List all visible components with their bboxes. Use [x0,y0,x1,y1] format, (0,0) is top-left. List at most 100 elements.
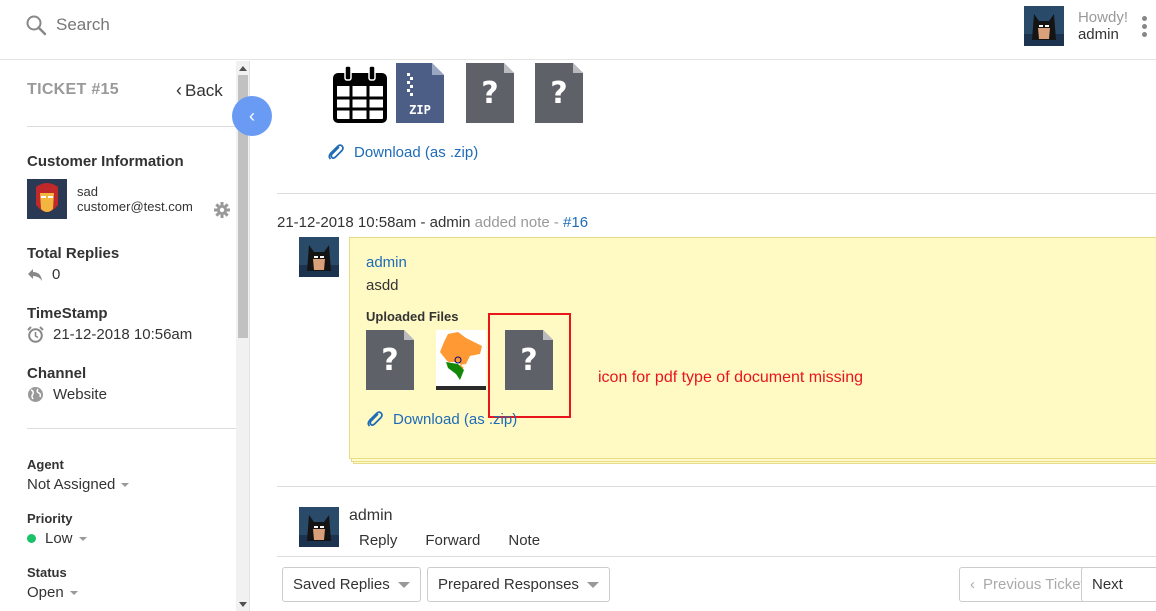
ticket-sidebar: TICKET #15 ‹ Back Customer Information sa… [0,61,236,611]
unknown-file-icon[interactable]: ? [366,330,414,390]
total-replies-title: Total Replies [27,245,120,262]
status-title: Status [27,565,67,580]
scroll-down-icon[interactable] [239,602,247,607]
caret-down-icon [397,581,410,588]
caret-down-icon [121,482,130,487]
next-ticket-button[interactable]: Next [1081,567,1156,602]
user-menu[interactable]: Howdy! admin [1023,6,1156,46]
sidebar-scrollbar[interactable] [236,61,250,611]
saved-replies-label: Saved Replies [293,576,390,593]
svg-text:ZIP: ZIP [409,103,431,117]
caret-down-icon [78,536,87,541]
reply-tabs: Reply Forward Note [359,532,568,549]
ticket-thread: ZIP ? ? Download (as .zip) 21-12-2018 10… [251,61,1156,611]
note-timestamp: 21-12-2018 10:58am [277,214,417,231]
divider [277,556,1156,557]
india-map-image[interactable] [436,330,486,390]
note-card: admin asdd Uploaded Files ? ? icon for p… [349,237,1156,459]
customer-avatar [27,179,67,219]
zip-file-icon[interactable]: ZIP [396,63,444,123]
agent-value: Not Assigned [27,476,116,493]
divider [277,193,1156,194]
back-link[interactable]: ‹ Back [176,80,223,101]
priority-dropdown[interactable]: Low [27,530,87,547]
customer-info-title: Customer Information [27,153,184,170]
note-body: asdd [366,277,399,294]
divider [277,486,1156,487]
svg-text:?: ? [381,343,398,378]
svg-text:?: ? [481,76,498,111]
download-zip-link[interactable]: Download (as .zip) [366,410,517,428]
timestamp-title: TimeStamp [27,305,108,322]
paperclip-icon [328,144,344,160]
caret-down-icon [69,590,78,595]
prepared-responses-button[interactable]: Prepared Responses [427,567,610,602]
download-label: Download (as .zip) [354,143,479,161]
highlight-box [488,313,571,418]
note-action: added note - [470,214,564,231]
chevron-left-icon: ‹ [970,576,975,593]
reply-icon [28,268,42,281]
customer-card: sad customer@test.com [27,179,193,219]
scroll-up-icon[interactable] [239,66,247,71]
saved-replies-button[interactable]: Saved Replies [282,567,421,602]
ticket-title: TICKET #15 [27,81,119,98]
avatar [1023,6,1064,46]
divider [27,428,236,429]
note-ref-link[interactable]: #16 [563,214,588,231]
unknown-file-icon[interactable]: ? [535,63,583,123]
download-zip-link[interactable]: Download (as .zip) [327,143,478,161]
note-header: 21-12-2018 10:58am - admin added note - … [277,214,588,231]
paperclip-icon [367,411,383,427]
chevron-left-icon: ‹ [176,80,182,100]
caret-down-icon [586,581,599,588]
user-name: admin [1077,26,1119,43]
prepared-responses-label: Prepared Responses [438,576,579,593]
priority-title: Priority [27,511,73,526]
download-label: Download (as .zip) [393,410,518,428]
channel-value: Website [53,386,107,403]
avatar [299,507,339,547]
chevron-left-icon: ‹ [249,105,255,126]
greeting: Howdy! [1077,9,1128,26]
avatar [299,237,339,277]
priority-dot [27,534,36,543]
collapse-sidebar-button[interactable]: ‹ [232,96,272,136]
note-author-link[interactable]: admin [366,254,407,271]
channel-row: Website [27,386,107,403]
note-author-inline: - admin [416,214,471,231]
search-input[interactable] [56,15,356,35]
calendar-icon[interactable] [333,63,387,123]
divider [27,126,236,127]
tab-reply[interactable]: Reply [359,532,397,549]
top-bar: Howdy! admin [0,0,1156,60]
total-replies-value: 0 [52,266,61,283]
svg-text:?: ? [550,76,567,111]
alarm-clock-icon [27,326,44,343]
kebab-menu-icon[interactable] [1138,15,1150,37]
customer-name: sad [77,184,98,199]
gear-icon[interactable] [214,202,230,218]
uploaded-files-title: Uploaded Files [366,309,459,324]
timestamp-row: 21-12-2018 10:56am [27,326,192,343]
globe-icon [28,387,43,402]
next-label: Next [1092,576,1123,593]
annotation-text: icon for pdf type of document missing [598,369,864,386]
agent-dropdown[interactable]: Not Assigned [27,476,130,493]
status-value: Open [27,584,64,601]
previous-ticket-label: Previous Ticket [983,576,1085,593]
search-icon [26,15,47,36]
reply-author: admin [349,507,393,524]
tab-forward[interactable]: Forward [425,532,480,549]
unknown-file-icon[interactable]: ? [466,63,514,123]
status-dropdown[interactable]: Open [27,584,78,601]
back-label: Back [185,80,223,100]
customer-email: customer@test.com [77,199,193,214]
search-box[interactable] [25,14,356,36]
tab-note[interactable]: Note [508,532,540,549]
agent-title: Agent [27,457,64,472]
channel-title: Channel [27,365,87,382]
timestamp-value: 21-12-2018 10:56am [53,326,193,343]
total-replies-row: 0 [27,266,60,283]
previous-ticket-button[interactable]: ‹ Previous Ticket [959,567,1096,602]
